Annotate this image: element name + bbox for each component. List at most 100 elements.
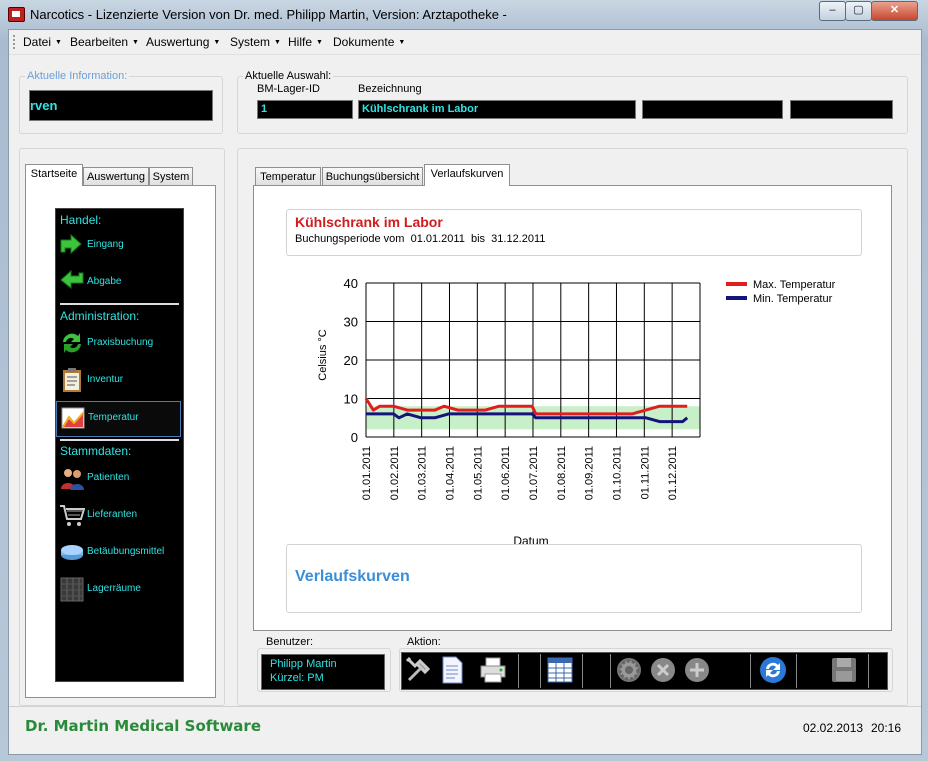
nav-label: Inventur: [87, 374, 124, 385]
extra-field-1: [642, 100, 783, 119]
current-info-field: rven: [29, 90, 213, 121]
clipboard-icon: [63, 368, 81, 392]
nav-item-betaeubungsmittel[interactable]: Betäubungsmittel: [56, 536, 181, 570]
chevron-down-icon: ▼: [274, 39, 281, 46]
nav-heading-administration: Administration:: [60, 309, 140, 323]
window-title: Narcotics - Lizenzierte Version von Dr. …: [30, 7, 507, 22]
nav-label: Lagerräume: [87, 583, 141, 594]
arrow-in-icon: [60, 233, 82, 255]
x-tick-label: 01.04.2011: [444, 446, 456, 500]
nav-label: Eingang: [87, 239, 124, 250]
close-button[interactable]: ✕: [871, 1, 918, 21]
save-icon[interactable]: [829, 655, 859, 685]
menu-dokumente[interactable]: Dokumente ▼: [333, 35, 405, 49]
tab-verlaufskurven[interactable]: Verlaufskurven: [424, 164, 510, 186]
menu-hilfe[interactable]: Hilfe ▼: [288, 35, 323, 49]
chevron-down-icon: ▼: [213, 39, 221, 46]
document-icon[interactable]: [437, 655, 467, 685]
nav-label: Praxisbuchung: [87, 337, 154, 348]
tab-buchungsuebersicht[interactable]: Buchungsübersicht: [322, 167, 423, 186]
user-field: Philipp Martin Kürzel: PM: [261, 654, 385, 690]
refresh-icon[interactable]: [758, 655, 788, 685]
nav-item-inventur[interactable]: Inventur: [56, 364, 181, 398]
nav-item-patienten[interactable]: Patienten: [56, 462, 181, 496]
period-from: 01.01.2011: [410, 233, 465, 245]
x-tick-label: 01.08.2011: [556, 446, 568, 500]
nav-item-eingang[interactable]: Eingang: [56, 229, 181, 263]
nav-label: Lieferanten: [87, 509, 138, 520]
temperature-chart: 0 10 20 30 40 01.01.2011 01.02.2011 01.03.2011 0…: [317, 276, 836, 548]
chevron-down-icon: ▼: [55, 39, 62, 46]
y-tick-label: 30: [344, 315, 358, 330]
nav-item-abgabe[interactable]: Abgabe: [56, 266, 181, 300]
nav-item-temperatur[interactable]: Temperatur: [56, 401, 181, 437]
nav-item-praxisbuchung[interactable]: Praxisbuchung: [56, 327, 181, 361]
tab-auswertung[interactable]: Auswertung: [83, 167, 149, 186]
current-info-title: Aktuelle Information:: [25, 70, 130, 82]
menu-bar: Datei ▼ Bearbeiten ▼ Auswertung ▼ System ▼ H…: [9, 30, 921, 55]
toolbar-separator: [582, 654, 583, 688]
add-icon[interactable]: [682, 655, 712, 685]
y-tick-label: 10: [344, 392, 358, 407]
period-to-word: bis: [470, 233, 486, 245]
nav-item-lagerraeume[interactable]: Lagerräume: [56, 573, 181, 607]
tab-temperatur[interactable]: Temperatur: [255, 167, 321, 186]
delete-icon[interactable]: [648, 655, 678, 685]
menu-label: System: [230, 35, 271, 49]
table-icon[interactable]: [545, 655, 575, 685]
nav-heading-handel: Handel:: [60, 213, 102, 227]
x-tick-label: 01.01.2011: [361, 446, 373, 500]
tools-icon[interactable]: [404, 655, 434, 685]
menu-grip: [13, 35, 17, 49]
user-group-title: Benutzer:: [264, 636, 316, 648]
nav-label: Betäubungsmittel: [87, 546, 165, 557]
id-field: 1: [257, 100, 353, 119]
x-tick-label: 01.06.2011: [500, 446, 512, 500]
nav-item-lieferanten[interactable]: Lieferanten: [56, 499, 181, 533]
maximize-button[interactable]: ▢: [845, 1, 872, 21]
x-tick-label: 01.11.2011: [639, 446, 651, 499]
name-label: Bezeichnung: [358, 83, 422, 95]
cart-icon: [60, 505, 85, 526]
gear-icon[interactable]: [614, 655, 644, 685]
minimize-button[interactable]: ‒: [819, 1, 846, 21]
legend-label: Max. Temperatur: [753, 279, 836, 291]
toolbar-separator: [750, 654, 751, 688]
chevron-down-icon: ▼: [398, 39, 406, 46]
menu-label: Auswertung: [146, 35, 210, 49]
nav-divider: [60, 439, 179, 441]
menu-datei[interactable]: Datei ▼: [23, 35, 62, 49]
cabinet-icon: [60, 577, 84, 602]
toolbar-separator: [868, 654, 869, 688]
toolbar-separator: [518, 654, 519, 688]
x-tick-label: 01.10.2011: [611, 446, 623, 500]
y-axis-label: Celsius °C: [317, 329, 329, 381]
toolbar-separator: [796, 654, 797, 688]
chevron-down-icon: ▼: [132, 39, 139, 46]
nav-label: Temperatur: [88, 412, 139, 423]
menu-system[interactable]: System ▼: [230, 35, 281, 49]
app-icon: [8, 7, 25, 22]
menu-bearbeiten[interactable]: Bearbeiten ▼: [70, 35, 139, 49]
people-icon: [61, 469, 84, 490]
x-tick-label: 01.02.2011: [389, 446, 401, 500]
x-tick-label: 01.09.2011: [584, 446, 596, 500]
period-text: Buchungsperiode vom 01.01.2011 bis 31.12…: [295, 233, 545, 245]
pill-icon: [61, 545, 83, 560]
section-title: Verlaufskurven: [295, 568, 410, 585]
tab-startseite[interactable]: Startseite: [25, 164, 83, 186]
menu-label: Datei: [23, 35, 52, 49]
tab-system[interactable]: System: [149, 167, 193, 186]
menu-label: Bearbeiten: [70, 35, 129, 49]
nav-label: Abgabe: [87, 276, 122, 287]
chart-title: Kühlschrank im Labor: [295, 214, 443, 230]
footer-divider: [9, 706, 921, 707]
nav-divider: [60, 303, 179, 305]
menu-auswertung[interactable]: Auswertung ▼: [146, 35, 220, 49]
toolbar-separator: [610, 654, 611, 688]
extra-field-2: [790, 100, 893, 119]
chart-icon: [61, 407, 85, 429]
printer-icon[interactable]: [478, 655, 508, 685]
y-tick-label: 20: [344, 353, 358, 368]
menu-label: Dokumente: [333, 35, 395, 49]
